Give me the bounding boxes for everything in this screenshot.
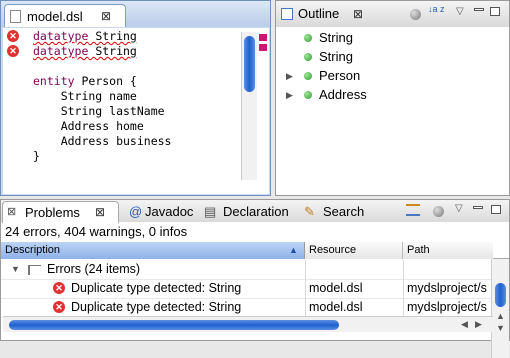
view-menu-icon[interactable]: ▽: [455, 203, 463, 214]
editor-vertical-scrollbar[interactable]: [241, 32, 257, 180]
outline-tree: String String ▶ Person ▶ Address: [276, 27, 509, 195]
tab-label: Problems: [25, 205, 80, 220]
tab-label: Javadoc: [145, 204, 194, 219]
problems-summary: 24 errors, 404 warnings, 0 infos: [5, 224, 188, 239]
focus-on-active-task-icon[interactable]: [406, 204, 420, 216]
close-icon[interactable]: ⊠: [101, 9, 111, 23]
table-row-group[interactable]: ▼ Errors (24 items): [1, 260, 491, 280]
editor-pane: model.dsl ⊠ ✕ ✕ datatype String datatype…: [0, 0, 271, 196]
maximize-icon[interactable]: [490, 7, 500, 16]
outline-tab-bar: Outline ⊠ ↓a z ▽: [276, 1, 509, 27]
outline-tab-label[interactable]: Outline: [298, 6, 339, 21]
code-line: datatype String: [33, 29, 137, 43]
column-header-resource[interactable]: Resource: [305, 242, 403, 259]
datatype-icon: [304, 53, 312, 61]
tab-label: Declaration: [223, 204, 289, 219]
error-marker-icon[interactable]: ✕: [7, 45, 19, 57]
error-overview-mark[interactable]: [259, 34, 267, 41]
editor-tab-label: model.dsl: [27, 9, 83, 24]
scrollbar-thumb[interactable]: [9, 320, 339, 330]
collapse-arrow-icon[interactable]: ▼: [11, 260, 20, 279]
maximize-icon[interactable]: [491, 205, 501, 214]
tab-label: Search: [323, 204, 365, 219]
error-icon: ✕: [53, 282, 65, 294]
code-line: String name: [33, 89, 137, 103]
declaration-icon: ▤: [204, 204, 217, 219]
code-text[interactable]: datatype String datatype String entity P…: [33, 28, 238, 194]
annotation-ruler: ✕ ✕: [3, 28, 23, 194]
scroll-up-icon[interactable]: ▲: [496, 311, 505, 321]
row-path: mydslproject/s: [407, 300, 487, 314]
javadoc-icon: @: [129, 204, 143, 219]
problems-icon: ⊠: [7, 206, 17, 218]
code-line: Address business: [33, 134, 172, 148]
code-line: entity Person {: [33, 74, 137, 88]
close-icon[interactable]: ⊠: [353, 7, 363, 21]
outline-item-label: Address: [319, 87, 367, 102]
search-icon: ✎: [304, 204, 315, 219]
row-resource: model.dsl: [309, 281, 363, 295]
filter-icon[interactable]: [410, 9, 421, 20]
editor-tab-model-dsl[interactable]: model.dsl ⊠: [4, 4, 126, 27]
scrollbar-thumb[interactable]: [495, 283, 506, 307]
editor-tab-bar: model.dsl ⊠: [1, 1, 270, 27]
sort-ascending-icon: ▲: [289, 245, 298, 255]
tab-declaration[interactable]: ▤ Declaration: [204, 201, 299, 222]
view-menu-icon[interactable]: ▽: [456, 6, 464, 17]
problems-horizontal-scrollbar[interactable]: ◀ ▶: [3, 316, 493, 332]
code-line: String lastName: [33, 104, 165, 118]
minimize-icon[interactable]: [474, 8, 484, 11]
row-path: mydslproject/s: [407, 281, 487, 295]
error-marker-icon[interactable]: ✕: [7, 30, 19, 42]
scroll-left-icon[interactable]: ◀: [461, 319, 468, 330]
sort-az-icon[interactable]: ↓a z: [428, 5, 448, 14]
column-header-path[interactable]: Path: [403, 242, 493, 259]
problems-table: Description ▲ Resource Path ▼ Errors (24…: [1, 242, 509, 358]
file-icon: [10, 10, 21, 23]
problems-pane: ⊠ Problems ⊠ @ Javadoc ▤ Declaration ✎ S…: [0, 199, 510, 358]
tab-search[interactable]: ✎ Search: [304, 201, 369, 222]
group-label: Errors (24 items): [47, 262, 141, 276]
row-description: Duplicate type detected: String: [71, 281, 242, 295]
expand-arrow-icon[interactable]: ▶: [286, 67, 293, 85]
expand-arrow-icon[interactable]: ▶: [286, 86, 293, 104]
row-description: Duplicate type detected: String: [71, 300, 242, 314]
filter-icon[interactable]: [433, 206, 444, 217]
tab-problems[interactable]: ⊠ Problems ⊠: [2, 201, 119, 223]
column-header-description[interactable]: Description ▲: [1, 242, 305, 259]
tab-javadoc[interactable]: @ Javadoc: [129, 201, 199, 222]
errors-group-icon: [28, 265, 41, 275]
entity-icon: [304, 91, 312, 99]
outline-item-label: String: [319, 30, 353, 45]
outline-item-label: String: [319, 49, 353, 64]
datatype-icon: [304, 34, 312, 42]
editor-body[interactable]: ✕ ✕ datatype String datatype String enti…: [3, 28, 269, 194]
code-line: Address home: [33, 119, 144, 133]
outline-item-label: Person: [319, 68, 361, 83]
scroll-right-icon[interactable]: ▶: [475, 319, 482, 330]
minimize-icon[interactable]: [473, 206, 483, 209]
outline-pane: Outline ⊠ ↓a z ▽ String String ▶ Person …: [275, 0, 510, 196]
table-row[interactable]: ✕ Duplicate type detected: String model.…: [1, 279, 491, 299]
row-resource: model.dsl: [309, 300, 363, 314]
code-line: }: [33, 149, 40, 163]
problems-vertical-scrollbar[interactable]: ▲ ▼: [491, 259, 509, 358]
scroll-down-icon[interactable]: ▼: [496, 323, 505, 333]
code-line: datatype String: [33, 44, 137, 58]
close-icon[interactable]: ⊠: [95, 202, 105, 223]
table-header: Description ▲ Resource Path: [1, 242, 509, 259]
outline-icon: [281, 8, 293, 20]
table-row[interactable]: ✕ Duplicate type detected: String model.…: [1, 298, 491, 318]
bottom-tab-bar: ⊠ Problems ⊠ @ Javadoc ▤ Declaration ✎ S…: [1, 200, 509, 223]
scrollbar-thumb[interactable]: [244, 36, 255, 92]
error-icon: ✕: [53, 301, 65, 313]
error-overview-mark[interactable]: [259, 44, 267, 51]
overview-ruler[interactable]: [258, 32, 268, 192]
entity-icon: [304, 72, 312, 80]
